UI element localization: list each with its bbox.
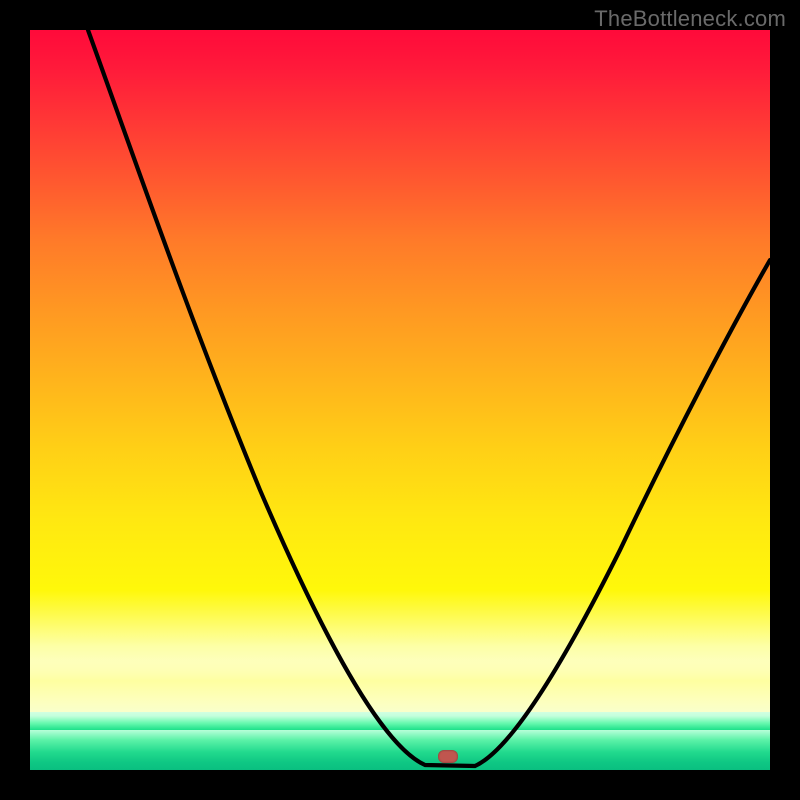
plot-area [30, 30, 770, 770]
curve-path [88, 30, 770, 766]
watermark-text: TheBottleneck.com [594, 6, 786, 32]
optimal-point-marker [438, 750, 458, 763]
chart-frame: TheBottleneck.com [0, 0, 800, 800]
bottleneck-curve [30, 30, 770, 770]
